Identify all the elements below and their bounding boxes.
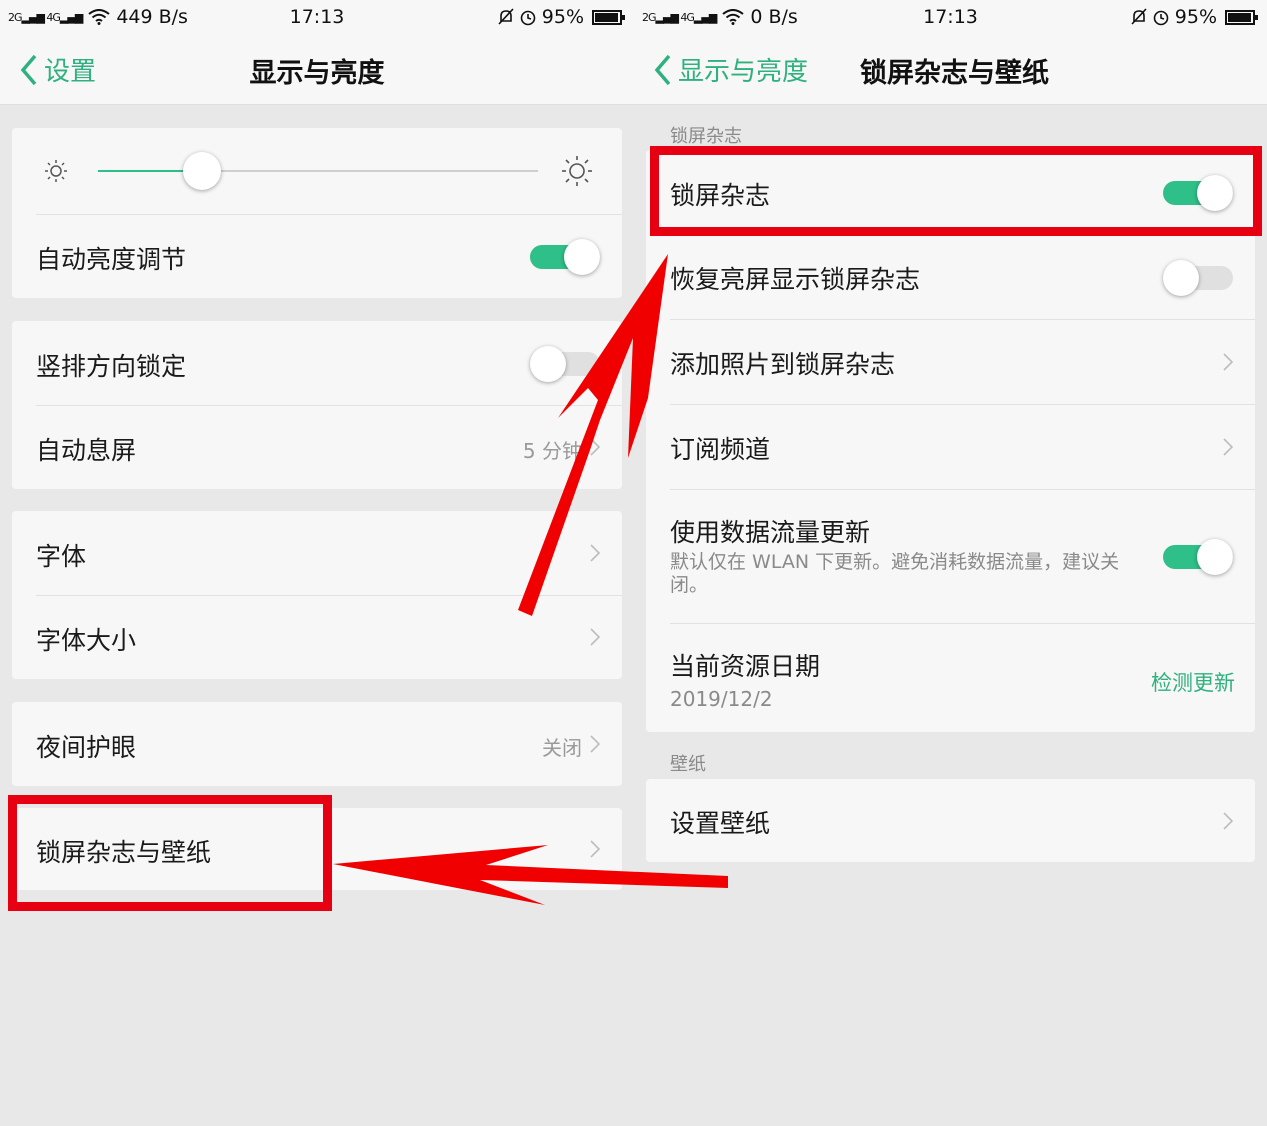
battery-icon [592, 9, 625, 25]
status-bar: 2G▂▄▆ 4G▂▄▆ 449 B/s 17:13 95% [0, 0, 634, 34]
back-button[interactable]: 显示与亮度 [654, 51, 808, 88]
chevron-right-icon [1223, 812, 1233, 830]
source-date-row: 当前资源日期 2019/12/2 检测更新 [646, 623, 1255, 732]
nav-bar: 设置 显示与亮度 [0, 34, 634, 105]
auto-brightness-label: 自动亮度调节 [36, 245, 187, 274]
chevron-right-icon [1223, 353, 1233, 371]
chevron-right-icon [590, 735, 600, 753]
brightness-high-icon [562, 156, 592, 186]
font-size-label: 字体大小 [36, 626, 137, 655]
auto-brightness-row[interactable]: 自动亮度调节 [12, 214, 622, 298]
status-bar: 2G▂▄▆ 4G▂▄▆ 0 B/s 17:13 95% [634, 0, 1267, 34]
chevron-right-icon [590, 438, 600, 456]
restore-row[interactable]: 恢复亮屏显示锁屏杂志 [646, 234, 1255, 319]
source-date-label: 当前资源日期 [670, 652, 821, 681]
brightness-low-icon [45, 160, 67, 182]
chevron-right-icon [590, 628, 600, 646]
font-size-row[interactable]: 字体大小 [12, 595, 622, 679]
brightness-slider[interactable] [98, 152, 538, 190]
auto-sleep-value: 5 分钟 [522, 439, 582, 463]
data-update-label: 使用数据流量更新 [670, 518, 871, 547]
night-mode-row[interactable]: 夜间护眼 关闭 [12, 702, 622, 786]
set-wallpaper-row[interactable]: 设置壁纸 [646, 779, 1255, 862]
subscribe-label: 订阅频道 [670, 435, 771, 464]
page-title: 锁屏杂志与壁纸 [860, 58, 1049, 89]
font-card: 字体 字体大小 [12, 511, 622, 679]
orientation-card: 竖排方向锁定 自动息屏 5 分钟 [12, 321, 622, 489]
mute-icon [1131, 8, 1147, 25]
data-update-row[interactable]: 使用数据流量更新 默认仅在 WLAN 下更新。避免消耗数据流量，建议关闭。 [646, 489, 1255, 623]
set-wallpaper-label: 设置壁纸 [670, 809, 771, 838]
portrait-lock-row[interactable]: 竖排方向锁定 [12, 321, 622, 405]
slider-fill [98, 170, 191, 172]
auto-sleep-label: 自动息屏 [36, 436, 137, 465]
add-photo-row[interactable]: 添加照片到锁屏杂志 [646, 319, 1255, 404]
section-header-wallpaper: 壁纸 [670, 754, 706, 775]
highlight-box-lockscreen [8, 795, 332, 911]
wallpaper-card: 设置壁纸 [646, 779, 1255, 862]
back-label: 显示与亮度 [678, 57, 809, 87]
chevron-right-icon [1223, 438, 1233, 456]
battery-icon [1225, 9, 1258, 25]
battery-percent: 95% [541, 6, 584, 28]
night-mode-card: 夜间护眼 关闭 [12, 702, 622, 786]
restore-toggle[interactable] [1163, 260, 1233, 296]
magazine-card: 锁屏杂志 恢复亮屏显示锁屏杂志 添加照片到锁屏杂志 订阅频道 使用数据流量更新 … [646, 150, 1255, 732]
page-title: 显示与亮度 [249, 58, 385, 89]
portrait-lock-label: 竖排方向锁定 [36, 352, 187, 381]
left-screen: 2G▂▄▆ 4G▂▄▆ 449 B/s 17:13 95% 设置 显示与亮度 自… [0, 0, 634, 1126]
slider-thumb[interactable] [183, 152, 222, 190]
source-date-value: 2019/12/2 [670, 687, 773, 711]
portrait-lock-toggle[interactable] [530, 346, 600, 382]
font-label: 字体 [36, 542, 87, 571]
chevron-left-icon [654, 54, 671, 85]
night-mode-label: 夜间护眼 [36, 733, 137, 762]
night-mode-value: 关闭 [542, 736, 582, 760]
subscribe-row[interactable]: 订阅频道 [646, 404, 1255, 489]
alarm-icon [520, 10, 536, 26]
data-update-desc: 默认仅在 WLAN 下更新。避免消耗数据流量，建议关闭。 [670, 551, 1120, 596]
chevron-right-icon [590, 840, 600, 858]
battery-percent: 95% [1174, 6, 1217, 28]
chevron-right-icon [590, 544, 600, 562]
data-update-toggle[interactable] [1163, 539, 1233, 575]
auto-sleep-row[interactable]: 自动息屏 5 分钟 [12, 405, 622, 489]
brightness-card: 自动亮度调节 [12, 128, 622, 298]
section-header-magazine: 锁屏杂志 [670, 126, 742, 147]
alarm-icon [1153, 10, 1169, 26]
highlight-box-magazine [650, 146, 1262, 236]
auto-brightness-toggle[interactable] [530, 239, 600, 275]
font-row[interactable]: 字体 [12, 511, 622, 595]
check-update-link[interactable]: 检测更新 [1151, 667, 1235, 697]
mute-icon [498, 8, 514, 25]
nav-bar: 显示与亮度 锁屏杂志与壁纸 [634, 34, 1267, 105]
restore-label: 恢复亮屏显示锁屏杂志 [670, 265, 921, 294]
add-photo-label: 添加照片到锁屏杂志 [670, 350, 896, 379]
